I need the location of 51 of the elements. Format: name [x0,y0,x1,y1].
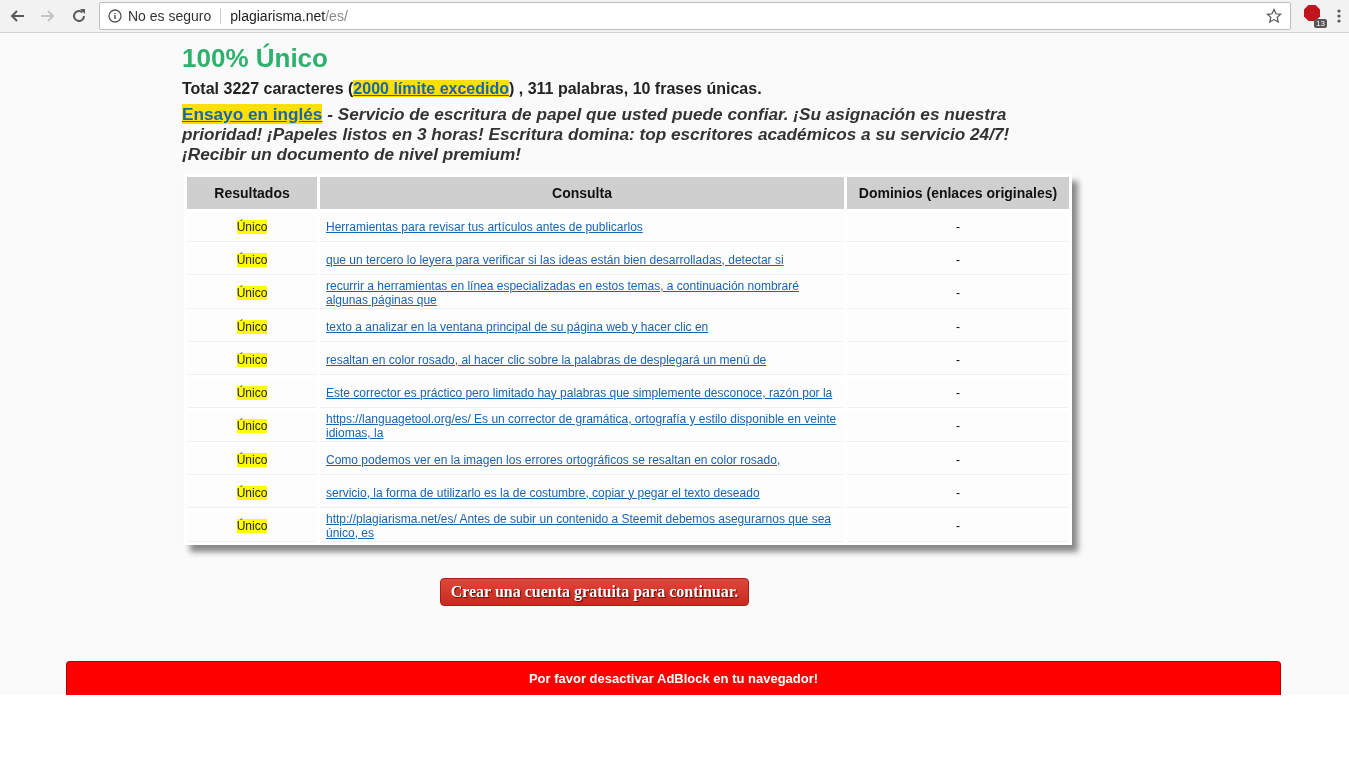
column-header: Dominios (enlaces originales) [847,177,1069,209]
address-bar[interactable]: No es seguro plagiarisma.net/es/ [99,2,1291,30]
stop-sign-icon[interactable] [1303,4,1321,22]
domain-cell: - [956,419,960,433]
domain-cell: - [956,385,960,400]
query-link[interactable]: servicio, la forma de utilizarlo es la de costumbre, copiar y pegar el texto deseado [326,485,838,500]
result-label: Único [236,519,268,533]
query-link[interactable]: recurrir a herramientas en línea especializadas en estos temas, a continuación nombraré algunas páginas que [326,279,838,307]
query-link[interactable]: Herramientas para revisar tus artículos antes de publicarlos [326,219,838,234]
result-label: Único [236,452,268,467]
domain-cell: - [956,252,960,267]
domain-cell: - [956,219,960,234]
security-label: No es seguro [128,8,212,24]
result-label: Único [236,252,268,267]
result-label: Único [236,219,268,234]
column-header: Resultados [187,177,317,209]
query-link[interactable]: texto a analizar en la ventana principal de su página web y hacer clic en [326,319,838,334]
result-label: Único [236,419,268,433]
limit-link[interactable]: 2000 límite excedido [353,80,509,97]
result-label: Único [236,319,268,334]
signup-button[interactable]: Crear una cuenta gratuita para continuar. [439,578,750,606]
domain-cell: - [956,352,960,367]
query-link[interactable]: http://plagiarisma.net/es/ Antes de subir un contenido a Steemit debemos asegurarnos que sea único, es [326,512,838,540]
back-icon[interactable] [9,8,25,24]
info-icon[interactable] [108,9,122,23]
adblock-banner: Por favor desactivar AdBlock en tu navegador! [66,661,1281,695]
star-icon[interactable] [1266,8,1282,24]
query-link[interactable]: que un tercero lo leyera para verificar si las ideas están bien desarrolladas, detectar si [326,252,838,267]
domain-cell: - [956,452,960,467]
query-link[interactable]: resaltan en color rosado, al hacer clic sobre la palabras de desplegará un menú de [326,352,838,367]
domain-cell: - [956,319,960,334]
domain-cell: - [956,519,960,533]
result-label: Único [236,385,268,400]
result-label: Único [236,485,268,500]
menu-icon[interactable] [1337,8,1341,24]
url-path: /es/ [325,8,348,24]
essay-link[interactable]: Ensayo en inglés [182,104,323,124]
result-title: 100% Único [182,43,329,74]
reload-icon[interactable] [71,8,87,24]
column-header: Consulta [320,177,844,209]
domain-cell: - [956,286,960,300]
extension-badge: 13 [1314,19,1327,28]
promo-text: Ensayo en inglés - Servicio de escritura de papel que usted puede confiar. ¡Su asignación es nuestra prioridad! ¡Papeles listos en 3 horas! Escritura domina: top escritores académicos a su servicio 24/7! ¡Recibir un documento de nivel premium! [182,104,1011,164]
domain-cell: - [956,485,960,500]
summary-text: ) , 311 palabras, 10 frases únicas. [509,80,762,97]
result-label: Único [236,286,268,300]
query-link[interactable]: Este corrector es práctico pero limitado hay palabras que simplemente desconoce, razón por la [326,385,838,400]
result-label: Único [236,352,268,367]
query-link[interactable]: https://languagetool.org/es/ Es un corrector de gramática, ortografía y estilo disponible en veinte idiomas, la [326,412,838,440]
query-link[interactable]: Como podemos ver en la imagen los errores ortográficos se resaltan en color rosado, [326,452,838,467]
url-host: plagiarisma.net [230,8,326,24]
